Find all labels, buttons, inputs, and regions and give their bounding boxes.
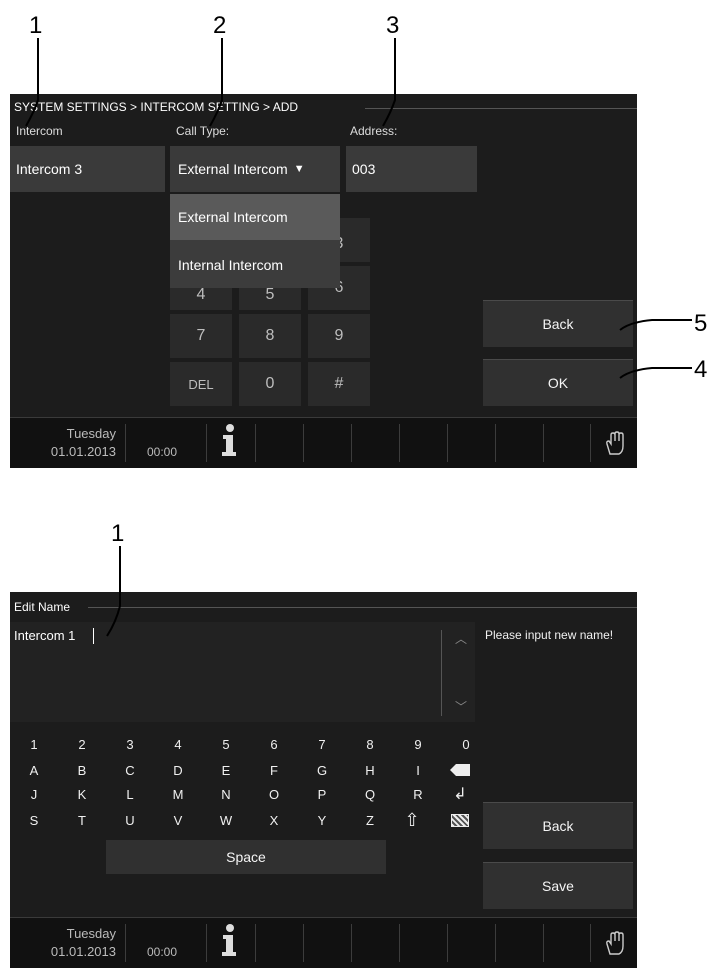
callout-line-5 — [619, 319, 692, 331]
callout-line-1-bottom — [106, 546, 121, 637]
callout-line-4 — [619, 367, 692, 379]
callout-line-2-top — [209, 38, 223, 127]
callout-lines — [25, 38, 692, 637]
callout-line-3-top — [382, 38, 396, 127]
callout-line-1-top — [25, 38, 39, 127]
